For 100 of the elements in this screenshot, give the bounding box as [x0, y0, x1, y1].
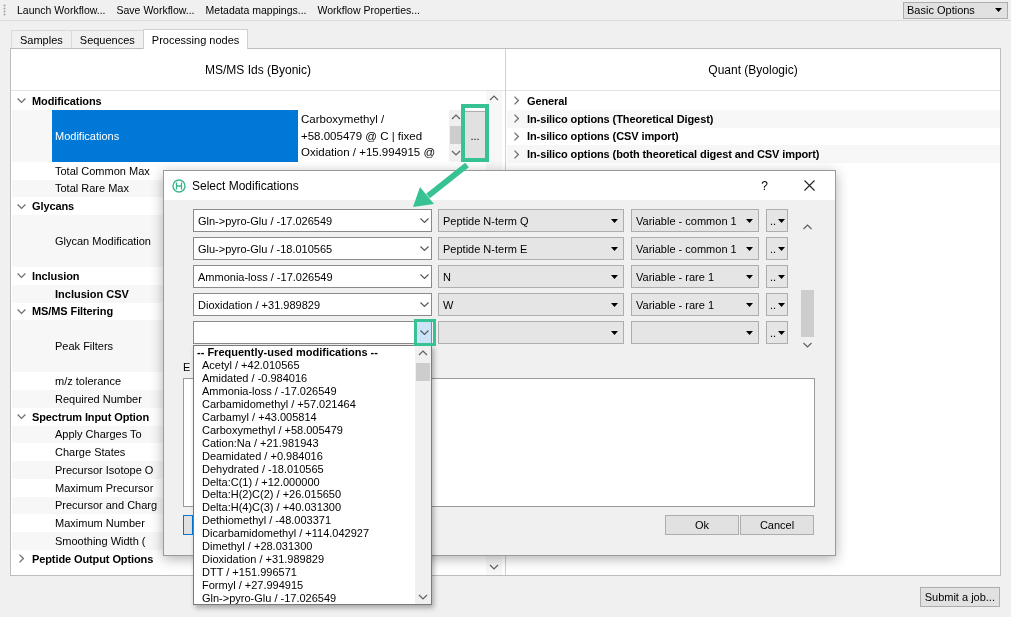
dropdown-arrow-icon: [746, 302, 753, 307]
modification-select[interactable]: Dioxidation / +31.989829: [193, 293, 432, 316]
type-select[interactable]: Variable - common 1: [631, 209, 759, 232]
chevron-down-icon[interactable]: [17, 271, 26, 281]
submit-button[interactable]: Submit a job...: [919, 587, 1000, 607]
tree-item[interactable]: Maximum Precursor: [52, 481, 154, 494]
list-item[interactable]: Carboxymethyl / +58.005479: [194, 423, 415, 437]
dropdown-arrow-icon: [611, 218, 618, 223]
list-item[interactable]: Ammonia-loss / -17.026549: [194, 384, 415, 398]
list-item[interactable]: Gln->pyro-Glu / -17.026549: [194, 592, 415, 606]
dialog-button[interactable]: Cancel: [740, 515, 814, 535]
tree-group[interactable]: General: [527, 94, 568, 107]
modification-select[interactable]: Ammonia-loss / -17.026549: [193, 265, 432, 288]
type-select[interactable]: Variable - common 1: [631, 237, 759, 260]
list-item[interactable]: Dethiomethyl / -48.003371: [194, 514, 415, 528]
dropdown-arrow-icon: [746, 218, 753, 223]
dropdown-arrow-icon: [746, 274, 753, 279]
list-item[interactable]: Delta:H(2)C(2) / +26.015650: [194, 488, 415, 502]
toolbar-button[interactable]: Metadata mappings...: [202, 2, 310, 18]
tree-item[interactable]: Modifications: [52, 109, 298, 162]
tree-group[interactable]: In-silico options (CSV import): [527, 130, 679, 143]
site-select[interactable]: Peptide N-term Q: [438, 209, 624, 232]
tree-item[interactable]: Required Number: [52, 392, 142, 405]
dropdown-arrow-icon: [611, 274, 618, 279]
list-item[interactable]: Dehydrated / -18.010565: [194, 462, 415, 476]
app-logo-icon: [172, 178, 186, 193]
tree-item[interactable]: Total Common Max: [52, 164, 150, 177]
tree-group[interactable]: Peptide Output Options: [32, 552, 154, 565]
chevron-down-icon[interactable]: [17, 306, 26, 316]
tree-group[interactable]: Spectrum Input Option: [32, 410, 150, 423]
list-item[interactable]: Dicarbamidomethyl / +114.042927: [194, 527, 415, 541]
toolbar-button[interactable]: Save Workflow...: [113, 2, 198, 18]
tree-item[interactable]: Glycan Modification: [52, 235, 151, 247]
more-button[interactable]: ..: [766, 293, 788, 316]
modification-select[interactable]: Gln->pyro-Glu / -17.026549: [193, 209, 432, 232]
help-button[interactable]: ?: [761, 178, 768, 193]
tree-group[interactable]: Glycans: [32, 200, 75, 213]
tree-group[interactable]: MS/MS Filtering: [32, 305, 113, 318]
type-select[interactable]: Variable - rare 1: [631, 293, 759, 316]
chevron-down-icon[interactable]: [17, 412, 26, 422]
chevron-down-icon[interactable]: [17, 201, 26, 211]
chevron-right-icon[interactable]: [512, 131, 521, 141]
list-item[interactable]: Carbamidomethyl / +57.021464: [194, 397, 415, 411]
tab[interactable]: Samples: [11, 30, 72, 48]
tree-item[interactable]: m/z tolerance: [52, 375, 122, 388]
chevron-right-icon[interactable]: [512, 149, 521, 159]
modification-select[interactable]: Glu->pyro-Glu / -18.010565: [193, 237, 432, 260]
tree-item[interactable]: Apply Charges To: [52, 428, 142, 441]
list-item[interactable]: Acetyl / +42.010565: [194, 358, 415, 372]
tree-item[interactable]: Precursor and Charg: [52, 499, 158, 512]
chevron-right-icon[interactable]: [512, 114, 521, 124]
chevron-right-icon[interactable]: [512, 96, 521, 106]
panel-title: MS/MS Ids (Byonic): [205, 62, 311, 77]
more-button[interactable]: ..: [766, 237, 788, 260]
tree-item[interactable]: Total Rare Max: [52, 182, 129, 195]
dialog-button[interactable]: Ok: [665, 515, 739, 535]
list-item[interactable]: Dioxidation / +31.989829: [194, 553, 415, 567]
list-item[interactable]: Delta:C(1) / +12.000000: [194, 475, 415, 489]
tree-item[interactable]: Maximum Number: [52, 517, 145, 530]
tree-item[interactable]: Inclusion CSV: [52, 287, 129, 300]
chevron-right-icon[interactable]: [17, 554, 26, 564]
list-item[interactable]: Delta:H(4)C(3) / +40.031300: [194, 501, 415, 515]
site-select[interactable]: N: [438, 265, 624, 288]
tree-group[interactable]: Inclusion: [32, 269, 80, 282]
more-button[interactable]: ..: [766, 321, 788, 344]
list-item[interactable]: Carbamyl / +43.005814: [194, 410, 415, 424]
tree-group[interactable]: Modifications: [32, 94, 102, 107]
tree-item[interactable]: Smoothing Width (: [52, 534, 146, 547]
site-select[interactable]: W: [438, 293, 624, 316]
list-item[interactable]: Formyl / +27.994915: [194, 579, 415, 593]
setting-value: Carboxymethyl /: [301, 112, 385, 127]
type-select[interactable]: Variable - rare 1: [631, 265, 759, 288]
toolbar-button[interactable]: Launch Workflow...: [14, 2, 109, 18]
tab[interactable]: Sequences: [70, 30, 144, 48]
vertical-scrollbar[interactable]: [415, 346, 431, 604]
dropdown-arrow-icon: [778, 330, 785, 335]
dialog-button[interactable]: [183, 515, 193, 535]
grip-icon: [3, 4, 6, 16]
list-item[interactable]: DTT / +151.996571: [194, 566, 415, 580]
chevron-down-icon: [419, 302, 429, 307]
chevron-down-icon[interactable]: [17, 96, 26, 106]
dropdown-arrow-icon: [778, 218, 785, 223]
tree-item[interactable]: Peak Filters: [52, 340, 114, 353]
view-select[interactable]: Basic Options: [903, 1, 1008, 19]
tree-item[interactable]: Charge States: [52, 446, 126, 459]
list-item[interactable]: Dimethyl / +28.031300: [194, 540, 415, 554]
site-select[interactable]: Peptide N-term E: [438, 237, 624, 260]
more-button[interactable]: ..: [766, 265, 788, 288]
chevron-down-icon: [419, 218, 429, 223]
list-header: -- Frequently-used modifications --: [196, 346, 379, 359]
dropdown-arrow-icon: [778, 302, 785, 307]
tree-item[interactable]: Precursor Isotope O: [52, 463, 154, 476]
list-item[interactable]: Cation:Na / +21.981943: [194, 436, 415, 450]
dropdown-arrow-icon: [778, 246, 785, 251]
toolbar-button[interactable]: Workflow Properties...: [314, 2, 424, 18]
close-icon[interactable]: [804, 180, 815, 191]
more-button[interactable]: ..: [766, 209, 788, 232]
list-item[interactable]: Amidated / -0.984016: [194, 371, 415, 385]
list-item[interactable]: Deamidated / +0.984016: [194, 449, 415, 463]
tab[interactable]: Processing nodes: [142, 29, 249, 49]
